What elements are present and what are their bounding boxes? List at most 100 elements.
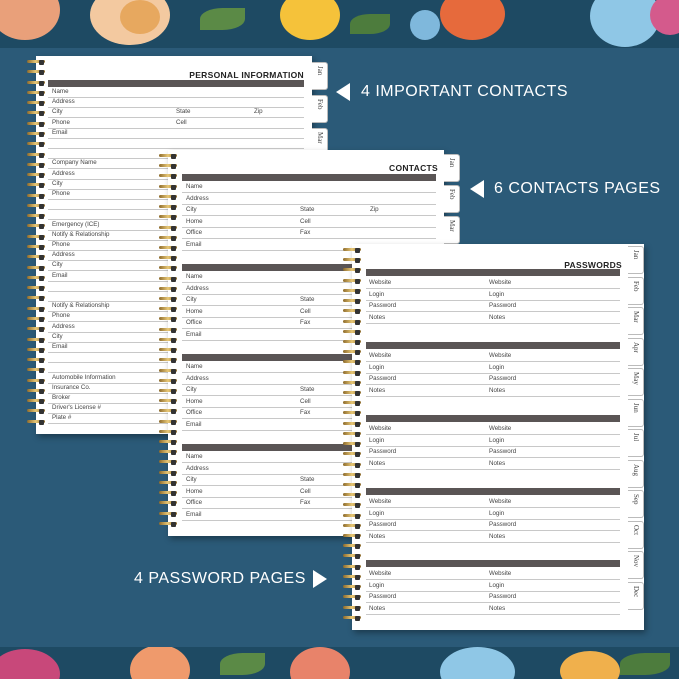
field-label: Home: [186, 397, 203, 405]
month-tab-label: Mar: [316, 132, 324, 144]
punch-hole: [39, 368, 44, 374]
ruled-line: [366, 434, 620, 435]
punch-hole: [171, 368, 176, 374]
punch-hole: [39, 327, 44, 333]
field-label: Company Name: [52, 159, 97, 167]
punch-hole: [39, 224, 44, 230]
month-tab[interactable]: Sep: [628, 490, 644, 518]
spiral-binding: [27, 60, 45, 430]
field-label: Login: [489, 581, 505, 589]
punch-hole: [171, 419, 176, 425]
field-label: Website: [489, 425, 512, 432]
field-label: Zip: [370, 206, 379, 214]
punch-hole: [171, 358, 176, 364]
punch-hole: [39, 101, 44, 107]
punch-hole: [39, 152, 44, 158]
month-tab[interactable]: Mar: [444, 216, 460, 244]
ruled-line: [366, 361, 620, 362]
punch-hole: [39, 60, 44, 65]
ruled-line: [366, 457, 620, 459]
section-bar: [366, 415, 620, 422]
field-label: Automobile Information: [52, 373, 116, 381]
field-label: Email: [186, 331, 202, 338]
field-label: Cell: [176, 118, 187, 126]
field-label: Website: [369, 570, 392, 577]
punch-hole: [171, 266, 176, 272]
month-tab[interactable]: Jan: [444, 154, 460, 182]
punch-hole: [355, 431, 360, 437]
month-tab[interactable]: Jul: [628, 429, 644, 457]
ruled-line: [366, 602, 620, 604]
month-tab[interactable]: May: [628, 368, 644, 396]
floral-border-bottom: [0, 647, 679, 679]
field-label: Name: [186, 273, 203, 280]
punch-hole: [355, 339, 360, 345]
month-tab[interactable]: Jan: [628, 246, 644, 274]
month-tab[interactable]: Jan: [312, 62, 328, 90]
month-tab[interactable]: Nov: [628, 551, 644, 579]
punch-hole: [355, 248, 360, 253]
month-tab-label: Mar: [448, 220, 456, 232]
field-label: Address: [186, 374, 209, 382]
field-label: Phone: [52, 241, 70, 248]
punch-hole: [171, 184, 176, 190]
punch-hole: [39, 80, 44, 86]
month-tab[interactable]: Feb: [312, 95, 328, 123]
punch-hole: [171, 378, 176, 384]
field-label: Website: [369, 498, 392, 505]
punch-hole: [171, 276, 176, 282]
punch-hole: [171, 174, 176, 180]
month-tab-label: Jan: [448, 158, 456, 168]
field-label: Email: [52, 343, 68, 350]
punch-hole: [171, 327, 176, 333]
punch-hole: [355, 585, 360, 591]
field-label: City: [52, 179, 63, 187]
month-tab[interactable]: Aug: [628, 459, 644, 488]
punch-hole: [39, 275, 44, 281]
month-tab[interactable]: Feb: [628, 276, 644, 305]
punch-hole: [355, 482, 360, 488]
field-label: Email: [186, 421, 202, 428]
month-tab-label: May: [632, 372, 640, 385]
field-label: Notes: [489, 532, 506, 540]
field-label: Notes: [369, 313, 386, 321]
punch-hole: [355, 595, 360, 601]
field-label: Fax: [300, 499, 311, 507]
punch-hole: [39, 214, 44, 220]
section-bar: [182, 174, 436, 181]
field-label: Notes: [369, 604, 386, 612]
punch-hole: [171, 450, 176, 456]
month-tab-label: Feb: [448, 189, 456, 200]
punch-hole: [355, 554, 360, 560]
passwords-page: PASSWORDS Website Website Login Login Passwo…: [352, 244, 644, 630]
month-tab-label: Aug: [632, 463, 640, 476]
month-tab-label: Sep: [632, 494, 640, 505]
field-label: Notes: [489, 386, 506, 394]
punch-hole: [39, 255, 44, 261]
field-label: State: [300, 206, 315, 214]
field-label: Name: [186, 453, 203, 460]
punch-hole: [171, 297, 176, 303]
punch-hole: [355, 442, 360, 448]
field-label: Home: [186, 217, 203, 225]
punch-hole: [39, 399, 44, 405]
ruled-line: [366, 613, 620, 615]
punch-hole: [355, 544, 360, 550]
punch-hole: [39, 316, 44, 322]
month-tab[interactable]: Mar: [628, 307, 644, 335]
month-tab[interactable]: Jun: [628, 398, 644, 427]
ruled-line: [366, 445, 620, 447]
month-tab[interactable]: Dec: [628, 581, 644, 610]
field-label: Email: [186, 241, 202, 248]
field-label: Login: [369, 509, 385, 517]
punch-hole: [355, 329, 360, 335]
field-label: Password: [489, 521, 517, 529]
field-label: Notify & Relationship: [52, 302, 110, 310]
ruled-line: [48, 148, 304, 149]
month-tab-label: Jan: [632, 250, 640, 260]
month-tab[interactable]: Apr: [628, 337, 644, 366]
month-tab[interactable]: Oct: [628, 520, 644, 549]
month-tab[interactable]: Feb: [444, 185, 460, 213]
ruled-line: [366, 518, 620, 520]
punch-hole: [171, 235, 176, 241]
